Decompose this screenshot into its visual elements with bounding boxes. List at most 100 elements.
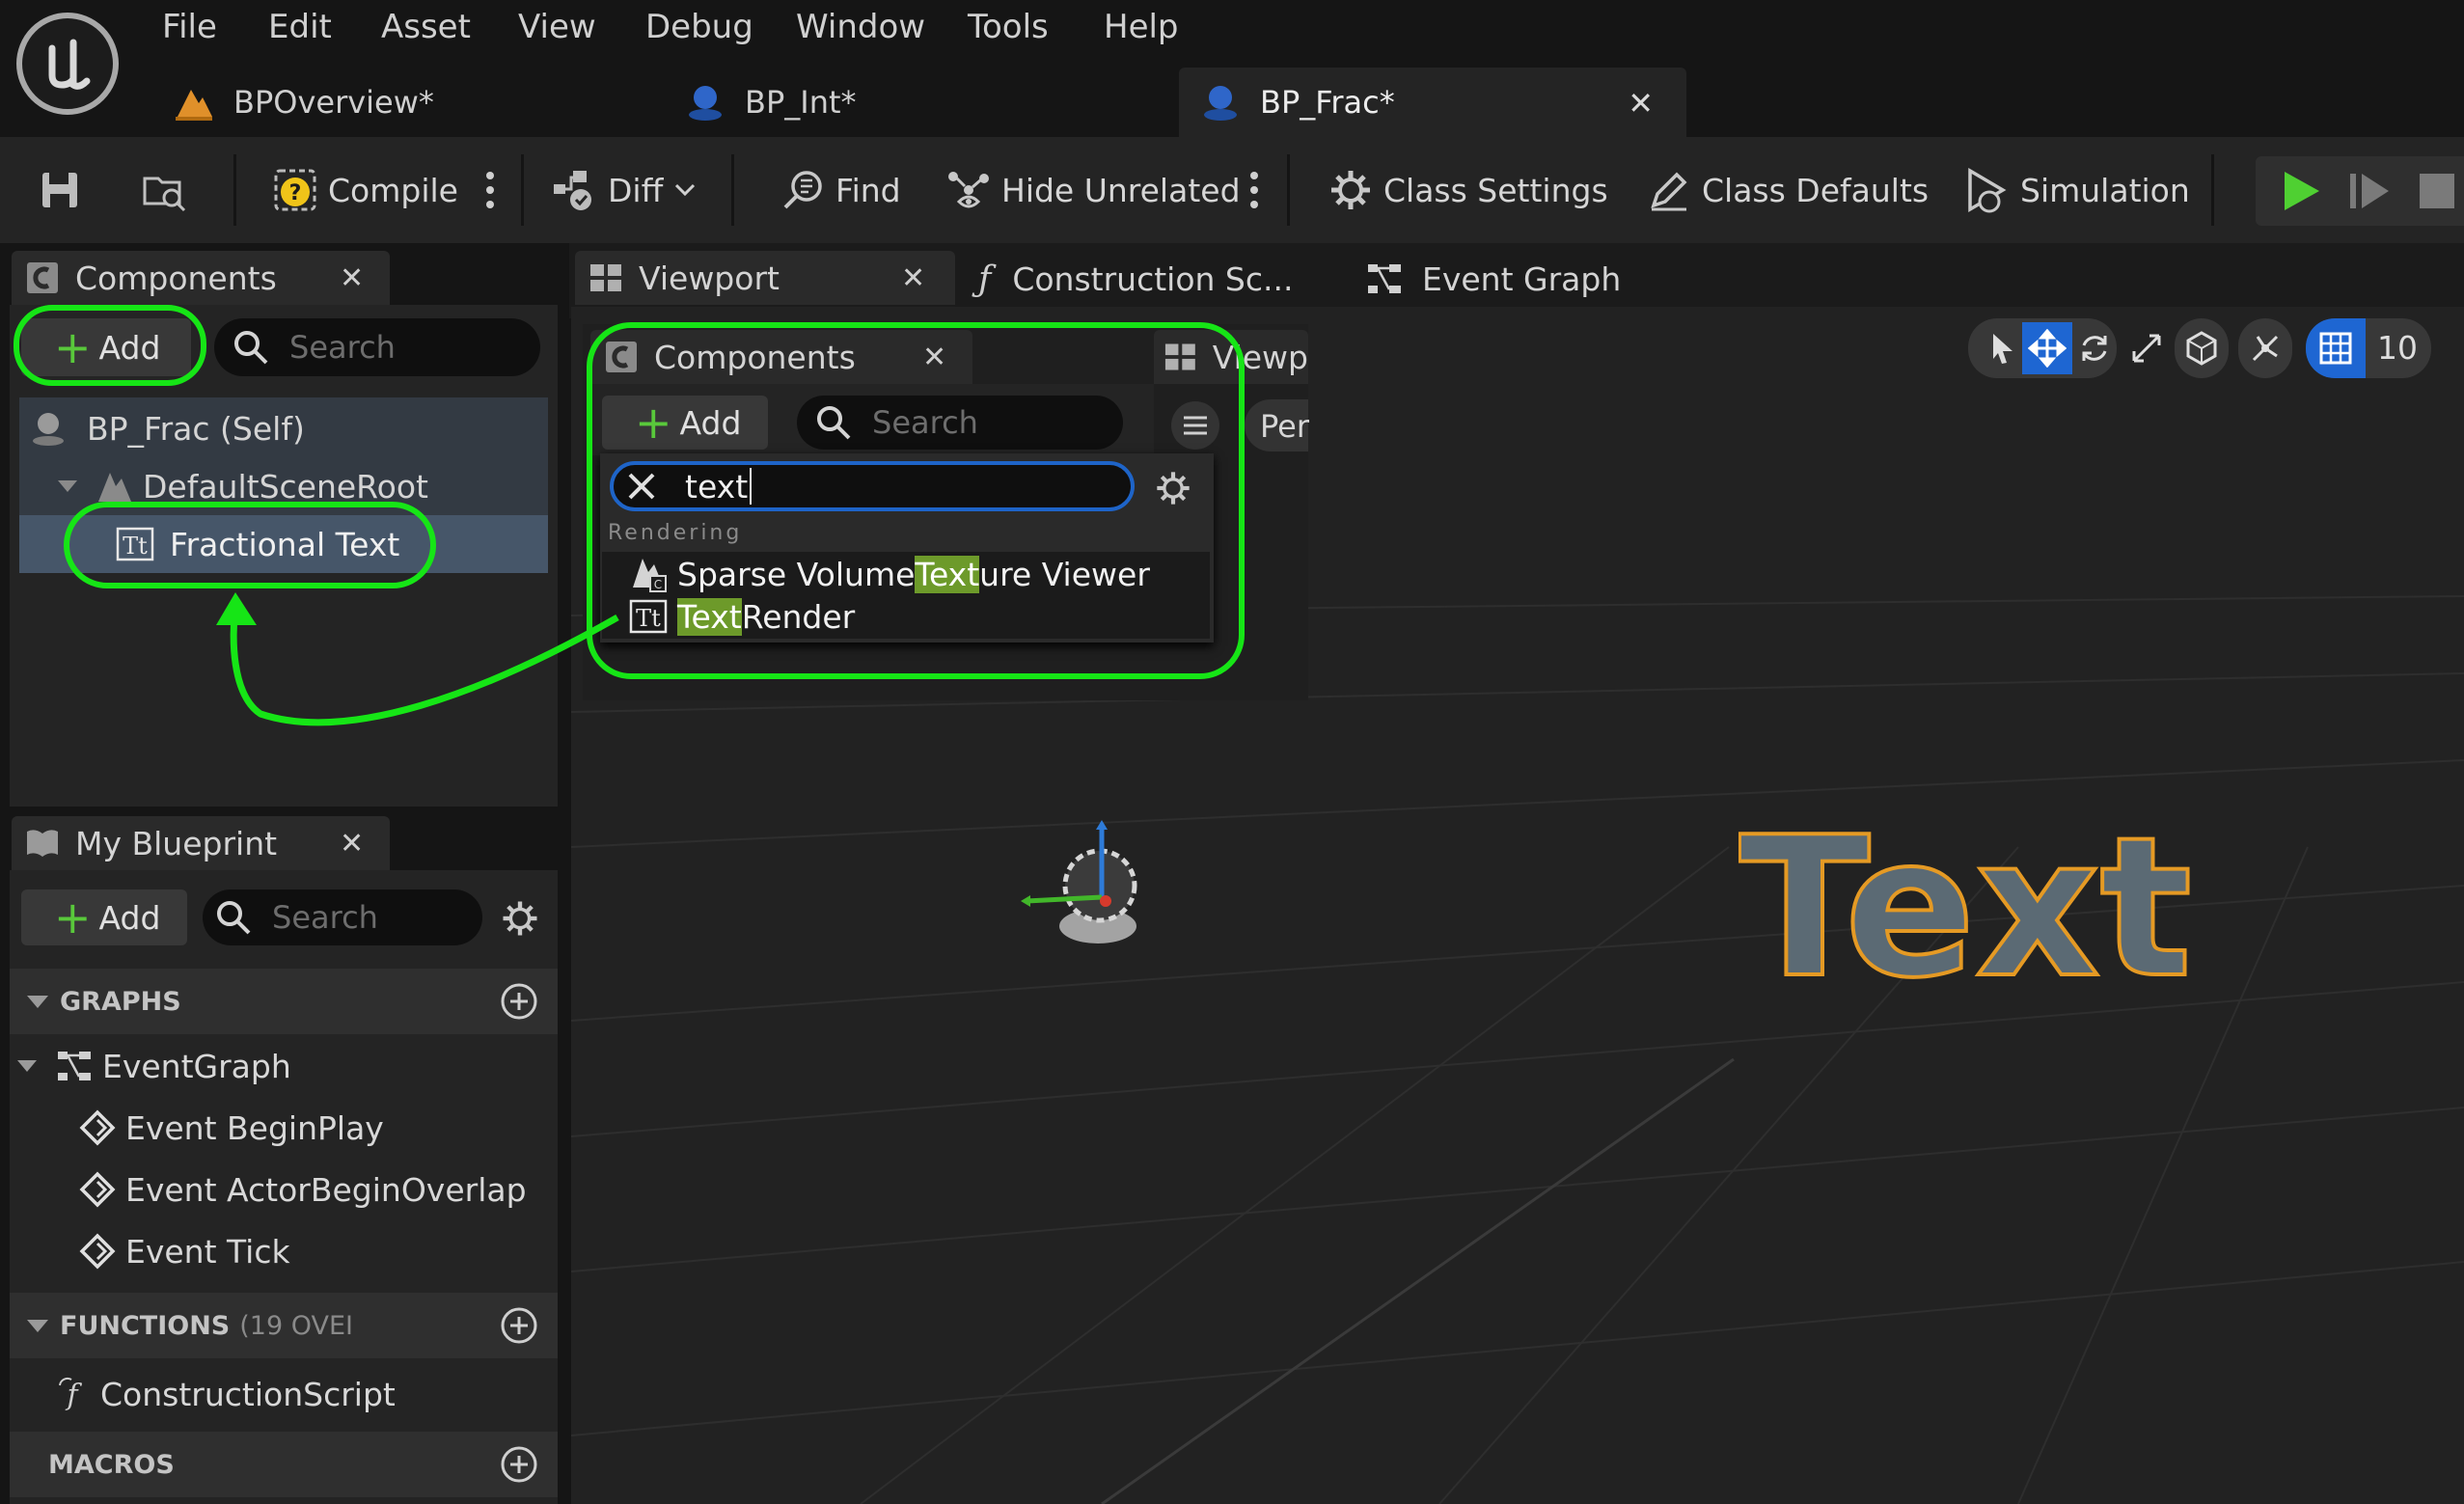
menu-help[interactable]: Help <box>1104 8 1179 46</box>
surface-snap-icon <box>2252 335 2279 362</box>
world-local-toggle[interactable] <box>2175 318 2229 378</box>
tab-event-graph[interactable]: Event Graph <box>1366 253 1621 305</box>
grid-icon <box>2319 332 2352 365</box>
translate-tool[interactable] <box>2022 322 2072 374</box>
add-circle-icon[interactable] <box>500 982 538 1021</box>
add-member-button[interactable]: + Add <box>21 889 187 945</box>
grid-snap-toggle[interactable] <box>2306 318 2366 378</box>
components-search-input[interactable]: Search <box>214 318 540 376</box>
browse-button[interactable] <box>141 137 197 243</box>
compile-status-icon: ? <box>274 169 316 211</box>
blueprint-icon <box>689 86 722 121</box>
add-circle-icon[interactable] <box>500 1445 538 1484</box>
find-button[interactable]: Find <box>780 137 901 243</box>
compile-options-icon[interactable] <box>485 170 495 210</box>
class-settings-button[interactable]: Class Settings <box>1328 137 1608 243</box>
unreal-logo-icon[interactable] <box>14 10 122 118</box>
close-tab-icon[interactable]: ✕ <box>901 261 925 295</box>
menu-edit[interactable]: Edit <box>268 8 332 46</box>
find-options-icon[interactable] <box>1249 170 1259 210</box>
my-blueprint-search-input[interactable]: Search <box>203 889 482 945</box>
event-node-icon <box>79 1171 116 1208</box>
function-icon: ƒ <box>978 259 992 299</box>
plus-icon: + <box>54 891 92 943</box>
menu-file[interactable]: File <box>162 8 217 46</box>
function-icon: f <box>59 1377 82 1412</box>
gear-icon[interactable] <box>500 898 540 939</box>
tab-viewport[interactable]: Viewport ✕ <box>575 251 955 305</box>
menu-view[interactable]: View <box>518 8 596 46</box>
annotation-add-component-popup <box>587 322 1245 679</box>
rotate-tool-icon[interactable] <box>2078 332 2111 365</box>
close-panel-icon[interactable]: ✕ <box>340 261 364 295</box>
close-tab-icon[interactable]: ✕ <box>1628 85 1654 122</box>
event-item-actor-begin-overlap[interactable]: Event ActorBeginOverlap <box>79 1167 527 1212</box>
tab-bp-frac[interactable]: BP_Frac* ✕ <box>1179 68 1686 137</box>
save-button[interactable] <box>37 137 93 243</box>
svg-text:?: ? <box>289 181 302 205</box>
tab-construction-script[interactable]: ƒ Construction Sc... <box>978 253 1294 305</box>
event-item-tick[interactable]: Event Tick <box>79 1229 290 1273</box>
event-node-icon <box>79 1109 116 1146</box>
diff-button[interactable]: Diff <box>552 137 698 243</box>
event-node-icon <box>79 1233 116 1270</box>
svg-text:f: f <box>65 1379 82 1412</box>
blueprint-icon <box>33 413 64 446</box>
macros-section-header[interactable]: MACROS <box>10 1432 558 1497</box>
hide-unrelated-icon <box>948 172 989 208</box>
my-blueprint-panel-tab[interactable]: My Blueprint ✕ <box>12 816 390 870</box>
class-defaults-icon <box>1651 172 1687 211</box>
folder-search-icon <box>143 177 186 212</box>
world-icon <box>2186 331 2217 366</box>
tree-item-self[interactable]: BP_Frac (Self) <box>29 405 305 451</box>
play-controls <box>2256 156 2464 226</box>
scene-root-icon <box>98 473 131 502</box>
event-graph-icon <box>58 1052 91 1080</box>
compile-button[interactable]: ? Compile <box>272 137 458 243</box>
move-icon <box>2028 329 2067 368</box>
stop-icon[interactable] <box>2418 172 2456 210</box>
title-bar: File Edit Asset View Debug Window Tools … <box>0 0 2464 137</box>
function-item-construction-script[interactable]: f ConstructionScript <box>54 1372 396 1416</box>
view-mode-button[interactable]: Per <box>1245 399 1309 451</box>
add-circle-icon[interactable] <box>500 1306 538 1345</box>
select-tool-icon[interactable] <box>1985 332 2018 365</box>
components-icon <box>27 262 58 293</box>
play-icon[interactable] <box>2281 170 2321 212</box>
gear-icon <box>1331 171 1370 209</box>
blueprint-icon <box>1204 86 1237 121</box>
simulation-icon <box>1968 167 2007 213</box>
annotation-fractional-text <box>64 502 436 588</box>
diff-icon <box>554 171 591 210</box>
event-graph-item[interactable]: EventGraph <box>17 1044 291 1088</box>
menu-window[interactable]: Window <box>796 8 925 46</box>
components-panel-tab[interactable]: Components ✕ <box>12 251 390 305</box>
viewport-icon <box>590 264 621 291</box>
book-icon <box>27 830 58 857</box>
scale-tool-icon[interactable] <box>2130 332 2163 365</box>
graphs-section-header[interactable]: GRAPHS <box>10 969 558 1034</box>
event-item-begin-play[interactable]: Event BeginPlay <box>79 1106 384 1150</box>
annotation-add-button <box>14 305 206 386</box>
menu-tools[interactable]: Tools <box>968 8 1049 46</box>
functions-section-header[interactable]: FUNCTIONS (19 OVEI <box>10 1293 558 1358</box>
event-graph-icon <box>1368 264 1401 293</box>
surface-snap-toggle[interactable] <box>2238 318 2292 378</box>
menu-debug[interactable]: Debug <box>645 8 753 46</box>
toolbar: ? Compile Diff Find Hide Unrelated Class… <box>0 137 2464 243</box>
class-defaults-button[interactable]: Class Defaults <box>1646 137 1929 243</box>
tab-bp-int[interactable]: BP_Int* <box>685 68 1148 137</box>
expand-arrow-icon[interactable] <box>17 1060 37 1072</box>
save-icon <box>42 173 77 207</box>
grid-snap[interactable]: 10 <box>2306 318 2431 378</box>
find-icon <box>783 171 822 209</box>
expand-arrow-icon[interactable] <box>58 480 77 492</box>
simulation-button[interactable]: Simulation <box>1964 137 2190 243</box>
close-panel-icon[interactable]: ✕ <box>340 827 364 861</box>
tab-bpoverview[interactable]: BPOverview* <box>174 68 637 137</box>
search-icon <box>234 331 268 365</box>
text-render-actor[interactable]: Text <box>1738 801 2375 994</box>
menu-asset[interactable]: Asset <box>381 8 471 46</box>
step-icon[interactable] <box>2348 170 2391 212</box>
hide-unrelated-button[interactable]: Hide Unrelated <box>945 137 1241 243</box>
